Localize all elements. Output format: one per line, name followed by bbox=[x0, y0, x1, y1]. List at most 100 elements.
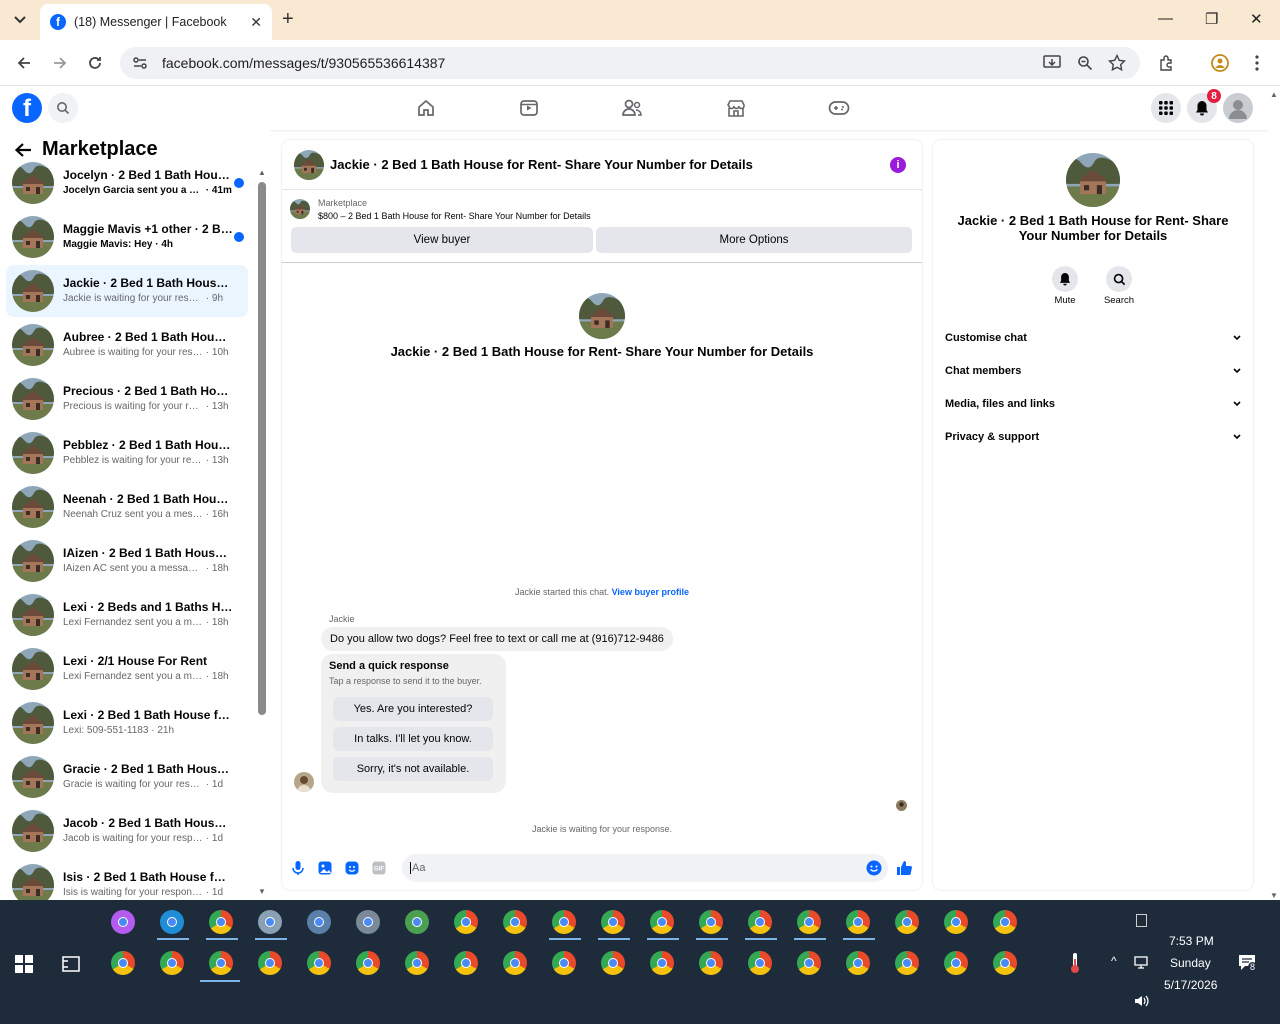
show-desktop-icon[interactable] bbox=[1136, 914, 1147, 927]
conversation-item[interactable]: Lexi · 2 Bed 1 Bath House for Re...Lexi:… bbox=[6, 697, 248, 749]
taskbar-chrome-icon[interactable] bbox=[797, 951, 821, 975]
home-icon[interactable] bbox=[414, 96, 438, 120]
taskbar-app-icon[interactable] bbox=[454, 910, 478, 934]
taskbar-chrome-icon[interactable] bbox=[601, 951, 625, 975]
quick-response-not-available[interactable]: Sorry, it's not available. bbox=[333, 757, 493, 781]
taskbar-chrome-icon[interactable] bbox=[993, 951, 1017, 975]
address-bar[interactable]: facebook.com/messages/t/930565536614387 bbox=[120, 47, 1140, 79]
media-files-links-section[interactable]: Media, files and links bbox=[945, 394, 1241, 414]
browser-menu-icon[interactable] bbox=[1247, 53, 1267, 73]
taskbar-app-icon[interactable] bbox=[895, 910, 919, 934]
taskbar-chrome-icon[interactable] bbox=[895, 951, 919, 975]
taskbar-chrome-icon[interactable] bbox=[503, 951, 527, 975]
chat-members-section[interactable]: Chat members bbox=[945, 361, 1241, 381]
taskbar-chrome-icon[interactable] bbox=[944, 951, 968, 975]
extensions-icon[interactable] bbox=[1157, 53, 1177, 73]
clock-date[interactable]: 5/17/2026 bbox=[1164, 978, 1217, 992]
taskbar-app-icon[interactable] bbox=[699, 910, 723, 934]
taskbar-app-icon[interactable] bbox=[405, 910, 429, 934]
emoji-icon[interactable] bbox=[866, 860, 882, 876]
site-info-icon[interactable] bbox=[132, 55, 148, 71]
taskbar-app-icon[interactable] bbox=[552, 910, 576, 934]
like-icon[interactable] bbox=[896, 860, 912, 876]
install-app-icon[interactable] bbox=[1042, 53, 1062, 73]
taskbar-chrome-icon[interactable] bbox=[209, 951, 233, 975]
conversation-item[interactable]: Isis · 2 Bed 1 Bath House for Re...Isis … bbox=[6, 859, 248, 900]
conversation-item[interactable]: Aubree · 2 Bed 1 Bath House fo...Aubree … bbox=[6, 319, 248, 371]
temperature-icon[interactable] bbox=[1068, 952, 1082, 974]
taskbar-app-icon[interactable] bbox=[258, 910, 282, 934]
taskbar-app-icon[interactable] bbox=[356, 910, 380, 934]
taskbar-chrome-icon[interactable] bbox=[748, 951, 772, 975]
quick-response-yes[interactable]: Yes. Are you interested? bbox=[333, 697, 493, 721]
forward-button[interactable] bbox=[50, 53, 70, 73]
video-icon[interactable] bbox=[517, 96, 541, 120]
taskbar-app-icon[interactable] bbox=[601, 910, 625, 934]
profile-icon[interactable] bbox=[1210, 53, 1230, 73]
message-input[interactable]: Aa bbox=[402, 854, 888, 882]
more-options-button[interactable]: More Options bbox=[596, 227, 912, 253]
taskbar-chrome-icon[interactable] bbox=[307, 951, 331, 975]
friends-icon[interactable] bbox=[620, 96, 644, 120]
conversation-item[interactable]: Neenah · 2 Bed 1 Bath House fo...Neenah … bbox=[6, 481, 248, 533]
new-tab-button[interactable]: + bbox=[282, 9, 294, 29]
task-view-button[interactable] bbox=[62, 955, 80, 973]
view-buyer-button[interactable]: View buyer bbox=[291, 227, 593, 253]
scroll-down-arrow[interactable]: ▼ bbox=[258, 887, 266, 896]
taskbar-app-icon[interactable] bbox=[797, 910, 821, 934]
clock-day[interactable]: Sunday bbox=[1170, 956, 1211, 970]
gif-icon[interactable]: GIF bbox=[371, 860, 387, 876]
customise-chat-section[interactable]: Customise chat bbox=[945, 328, 1241, 348]
view-buyer-profile-link[interactable]: View buyer profile bbox=[612, 587, 689, 597]
microphone-icon[interactable] bbox=[290, 860, 306, 876]
conversation-item[interactable]: Jackie · 2 Bed 1 Bath House for ...Jacki… bbox=[6, 265, 248, 317]
restore-button[interactable]: ❐ bbox=[1205, 10, 1218, 28]
taskbar-chrome-icon[interactable] bbox=[699, 951, 723, 975]
marketplace-icon[interactable] bbox=[724, 96, 748, 120]
taskbar-app-icon[interactable] bbox=[160, 910, 184, 934]
back-button[interactable] bbox=[14, 53, 34, 73]
browser-tab-active[interactable]: f (18) Messenger | Facebook ✕ bbox=[40, 4, 272, 40]
taskbar-app-icon[interactable] bbox=[993, 910, 1017, 934]
conversation-item[interactable]: Precious · 2 Bed 1 Bath House f...Precio… bbox=[6, 373, 248, 425]
volume-icon[interactable] bbox=[1134, 994, 1150, 1008]
tab-search-button[interactable] bbox=[8, 8, 32, 32]
taskbar-app-icon[interactable] bbox=[503, 910, 527, 934]
sticker-icon[interactable] bbox=[344, 860, 360, 876]
mute-button[interactable] bbox=[1052, 266, 1078, 292]
gaming-icon[interactable] bbox=[827, 96, 851, 120]
conversation-item[interactable]: Lexi · 2/1 House For Rent Lexi Fernandez … bbox=[6, 643, 248, 695]
minimize-button[interactable]: — bbox=[1158, 10, 1173, 27]
conversation-item[interactable]: Jacob · 2 Bed 1 Bath House for ...Jacob … bbox=[6, 805, 248, 857]
taskbar-chrome-icon[interactable] bbox=[846, 951, 870, 975]
close-window-button[interactable]: ✕ bbox=[1250, 10, 1263, 28]
info-icon[interactable]: i bbox=[890, 157, 906, 173]
taskbar-app-icon[interactable] bbox=[111, 910, 135, 934]
clock-time[interactable]: 7:53 PM bbox=[1169, 934, 1214, 948]
taskbar-chrome-icon[interactable] bbox=[650, 951, 674, 975]
privacy-support-section[interactable]: Privacy & support bbox=[945, 427, 1241, 447]
reload-button[interactable] bbox=[85, 53, 105, 73]
tray-chevron-icon[interactable]: ^ bbox=[1111, 954, 1117, 968]
taskbar-chrome-icon[interactable] bbox=[405, 951, 429, 975]
taskbar-app-icon[interactable] bbox=[209, 910, 233, 934]
taskbar-app-icon[interactable] bbox=[748, 910, 772, 934]
taskbar-chrome-icon[interactable] bbox=[160, 951, 184, 975]
taskbar-chrome-icon[interactable] bbox=[111, 951, 135, 975]
back-arrow-icon[interactable] bbox=[14, 142, 32, 158]
menu-grid-button[interactable] bbox=[1151, 93, 1181, 123]
conversation-item[interactable]: IAizen · 2 Bed 1 Bath House for ...IAize… bbox=[6, 535, 248, 587]
network-icon[interactable] bbox=[1134, 956, 1150, 970]
notification-center-button[interactable]: 8 bbox=[1238, 954, 1258, 972]
taskbar-app-icon[interactable] bbox=[944, 910, 968, 934]
conversation-item[interactable]: Lexi · 2 Beds and 1 Baths House...Lexi F… bbox=[6, 589, 248, 641]
taskbar-chrome-icon[interactable] bbox=[552, 951, 576, 975]
incoming-message[interactable]: Do you allow two dogs? Feel free to text… bbox=[321, 627, 673, 651]
sender-avatar[interactable] bbox=[294, 772, 314, 792]
facebook-search-button[interactable] bbox=[48, 93, 78, 123]
conversation-item[interactable]: Pebblez · 2 Bed 1 Bath House fo...Pebble… bbox=[6, 427, 248, 479]
sidebar-scrollbar[interactable] bbox=[258, 182, 266, 715]
taskbar-app-icon[interactable] bbox=[650, 910, 674, 934]
scroll-up-arrow[interactable]: ▲ bbox=[258, 168, 266, 177]
account-avatar[interactable] bbox=[1223, 93, 1253, 123]
